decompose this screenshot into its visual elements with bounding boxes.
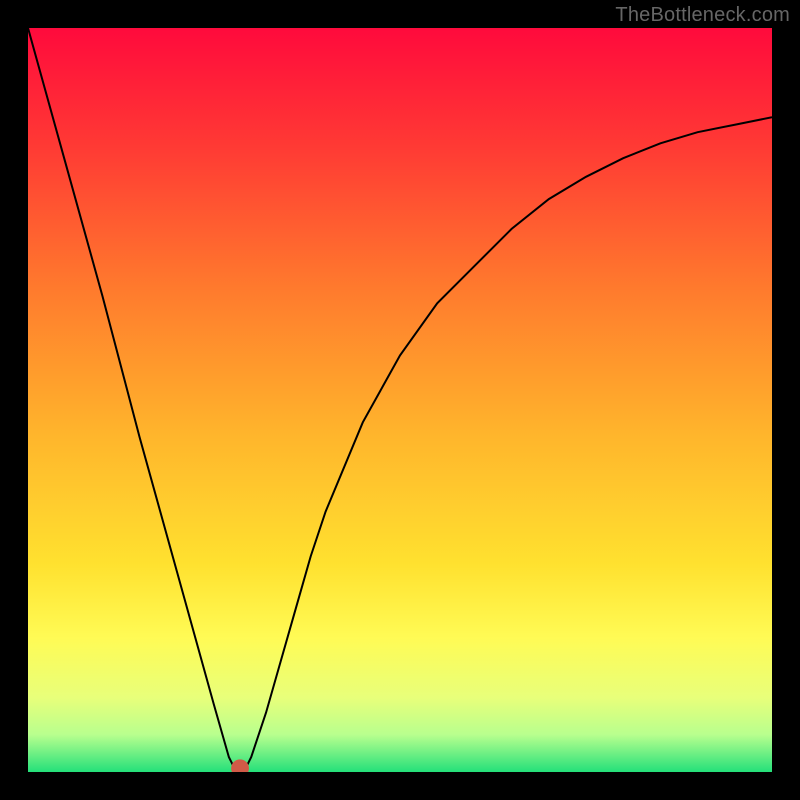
- watermark-label: TheBottleneck.com: [615, 4, 790, 27]
- plot-area: [28, 28, 772, 772]
- chart-svg: [28, 28, 772, 772]
- gradient-rect: [28, 28, 772, 772]
- chart-frame: TheBottleneck.com: [0, 0, 800, 800]
